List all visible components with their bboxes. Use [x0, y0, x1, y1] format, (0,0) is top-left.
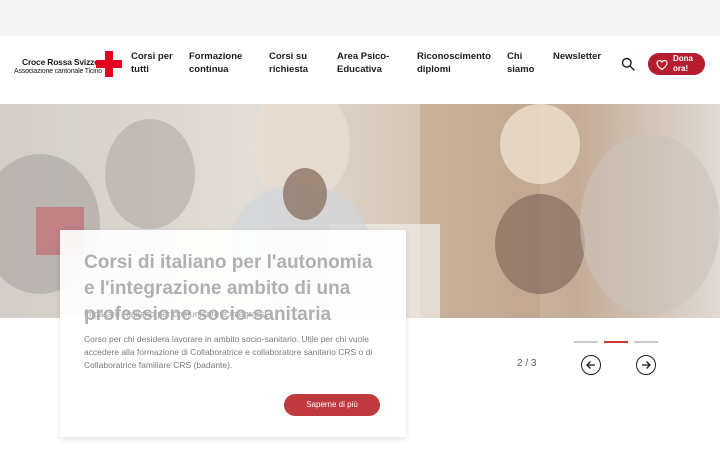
donate-label: Dona ora!	[673, 54, 693, 73]
search-icon[interactable]	[621, 57, 635, 71]
nav-item-formazione-continua[interactable]: Formazione continua	[189, 50, 249, 76]
arrow-right-icon	[642, 361, 651, 369]
site-header: Croce Rossa Svizzera Associazione canton…	[0, 36, 720, 92]
nav-item-riconoscimento-diplomi[interactable]: Riconoscimento diplomi	[417, 50, 493, 76]
nav-item-newsletter[interactable]: Newsletter	[553, 50, 609, 63]
red-cross-icon	[96, 51, 122, 77]
logo-name: Croce Rossa Svizzera	[22, 57, 107, 67]
donate-button[interactable]: Dona ora!	[648, 53, 705, 75]
slide-indicator-3[interactable]	[634, 341, 658, 343]
next-slide-button[interactable]	[636, 355, 656, 375]
nav-item-chi-siamo[interactable]: Chi siamo	[507, 50, 539, 76]
logo[interactable]: Croce Rossa Svizzera Associazione canton…	[14, 51, 126, 81]
nav-item-corsi-su-richiesta[interactable]: Corsi su richiesta	[269, 50, 319, 76]
nav-item-corsi-per-tutti[interactable]: Corsi per tutti	[131, 50, 177, 76]
slide-indicator-2[interactable]	[604, 341, 628, 343]
heart-icon	[656, 58, 668, 71]
arrow-left-icon	[586, 361, 595, 369]
slide-counter: 2 / 3	[517, 358, 537, 369]
logo-subtitle: Associazione cantonale Ticino	[14, 68, 102, 75]
slide-body: Corso per chi desidera lavorare in ambit…	[84, 334, 373, 370]
slide-subtitle: Imparare l'italiano per comunicare e int…	[84, 309, 269, 319]
prev-slide-button[interactable]	[581, 355, 601, 375]
slide-indicator-1[interactable]	[574, 341, 598, 343]
top-utility-bar	[0, 0, 720, 36]
learn-more-button[interactable]: Saperne di più	[284, 394, 380, 416]
nav-item-area-psico-educativa[interactable]: Area Psico-Educativa	[337, 50, 395, 76]
slide-card: Corsi di italiano per l'autonomia e l'in…	[60, 230, 406, 437]
